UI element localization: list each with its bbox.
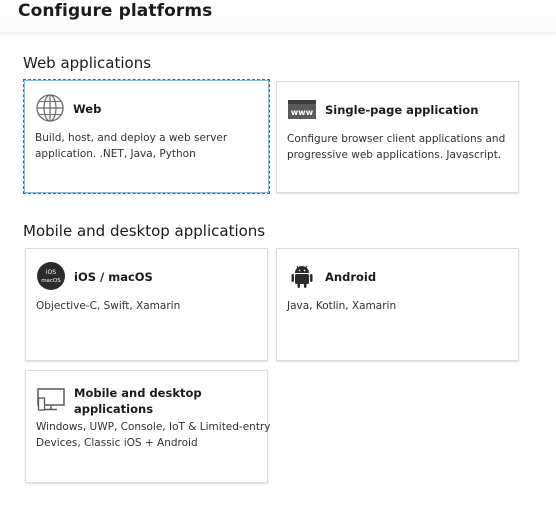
platform-card-ios[interactable]: iOS macOS iOS / macOS Objective-C, Swift… [25, 248, 268, 361]
platform-card-spa[interactable]: www Single-page application Configure br… [276, 81, 519, 193]
card-description: Windows, UWP, Console, IoT & Limited-ent… [36, 421, 271, 449]
card-description: Configure browser client applications an… [287, 133, 506, 161]
card-title: Android [325, 270, 377, 284]
panel-header: Configure platforms [0, 0, 556, 32]
page-title: Configure platforms [18, 1, 213, 21]
globe-icon [36, 94, 64, 122]
android-icon [291, 265, 313, 288]
platform-card-android[interactable]: Android Java, Kotlin, Xamarin [276, 248, 519, 361]
configure-platforms-panel: Configure platforms Web applications Web… [0, 0, 556, 520]
card-title: iOS / macOS [74, 270, 153, 284]
card-description: Objective-C, Swift, Xamarin [36, 300, 181, 312]
card-title: Web [73, 102, 102, 116]
ios-macos-icon: iOS macOS [37, 262, 65, 290]
platform-card-desktop[interactable]: Mobile and desktop applications Windows,… [25, 370, 270, 483]
card-title: Single-page application [325, 103, 479, 117]
card-description: Build, host, and deploy a web server app… [35, 132, 228, 160]
desktop-monitor-icon [37, 388, 65, 411]
section-title-mobile: Mobile and desktop applications [23, 222, 266, 240]
macos-text: macOS [41, 278, 61, 284]
platform-card-web[interactable]: Web Build, host, and deploy a web server… [23, 79, 270, 194]
card-title: Mobile and desktop applications [74, 386, 202, 416]
ios-text: iOS [46, 269, 56, 276]
card-description: Java, Kotlin, Xamarin [287, 300, 397, 312]
browser-www-icon: www [288, 100, 316, 119]
www-text: www [291, 108, 314, 117]
section-title-web: Web applications [23, 54, 152, 72]
